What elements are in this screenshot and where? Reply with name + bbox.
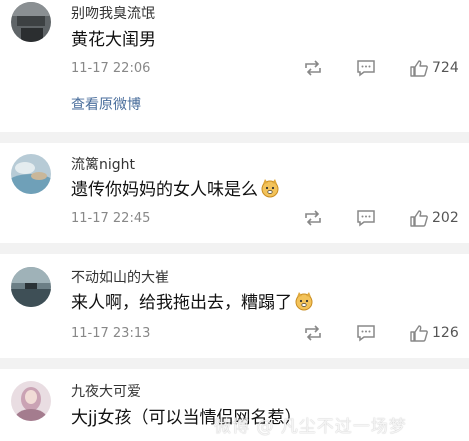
view-original-weibo-link[interactable]: 查看原微博 [71, 96, 141, 114]
like-count: 126 [432, 325, 459, 341]
thumbs-up-icon [410, 210, 428, 227]
comment-icon [357, 60, 375, 77]
comment-icon [357, 210, 375, 227]
avatar[interactable] [11, 267, 51, 307]
watermark: 微博 @ 凡尘不过一场梦 [214, 417, 407, 437]
comment-button[interactable] [356, 59, 376, 77]
timestamp: 11-17 22:06 [71, 61, 151, 76]
comment-button[interactable] [356, 324, 376, 342]
comment-text-content: 来人啊，给我拖出去，糟蹋了 [71, 293, 292, 313]
username[interactable]: 不动如山的大崔 [71, 269, 169, 287]
username[interactable]: 流篱night [71, 156, 135, 174]
like-button[interactable]: 724 [410, 59, 459, 77]
repost-icon [305, 210, 321, 226]
thumbs-up-icon [410, 60, 428, 77]
like-button[interactable]: 202 [410, 209, 459, 227]
comment-item: 别吻我臭流氓 黄花大闺男 11-17 22:06 724 查看原微博 [0, 0, 469, 132]
comment-text-content: 遗传你妈妈的女人味是么 [71, 180, 258, 200]
comment-text: 来人啊，给我拖出去，糟蹋了 [71, 291, 314, 317]
comment-text: 黄花大闺男 [71, 30, 156, 50]
username[interactable]: 九夜大可爱 [71, 383, 141, 401]
doge-emoji-icon [260, 178, 280, 204]
comment-icon [357, 325, 375, 342]
repost-button[interactable] [302, 324, 324, 342]
timestamp: 11-17 23:13 [71, 326, 151, 341]
comment-item: 不动如山的大崔 来人啊，给我拖出去，糟蹋了 11-17 23:13 126 [0, 254, 469, 358]
thumbs-up-icon [410, 325, 428, 342]
avatar[interactable] [11, 2, 51, 42]
avatar[interactable] [11, 154, 51, 194]
like-button[interactable]: 126 [410, 324, 459, 342]
repost-button[interactable] [302, 209, 324, 227]
username[interactable]: 别吻我臭流氓 [71, 5, 155, 23]
repost-icon [305, 325, 321, 341]
timestamp: 11-17 22:45 [71, 211, 151, 226]
comment-item: 流篱night 遗传你妈妈的女人味是么 11-17 22:45 202 [0, 143, 469, 243]
repost-button[interactable] [302, 59, 324, 77]
like-count: 202 [432, 210, 459, 226]
comment-button[interactable] [356, 209, 376, 227]
avatar[interactable] [11, 381, 51, 421]
doge-emoji-icon [294, 291, 314, 317]
comment-text: 遗传你妈妈的女人味是么 [71, 178, 280, 204]
repost-icon [305, 60, 321, 76]
like-count: 724 [432, 60, 459, 76]
